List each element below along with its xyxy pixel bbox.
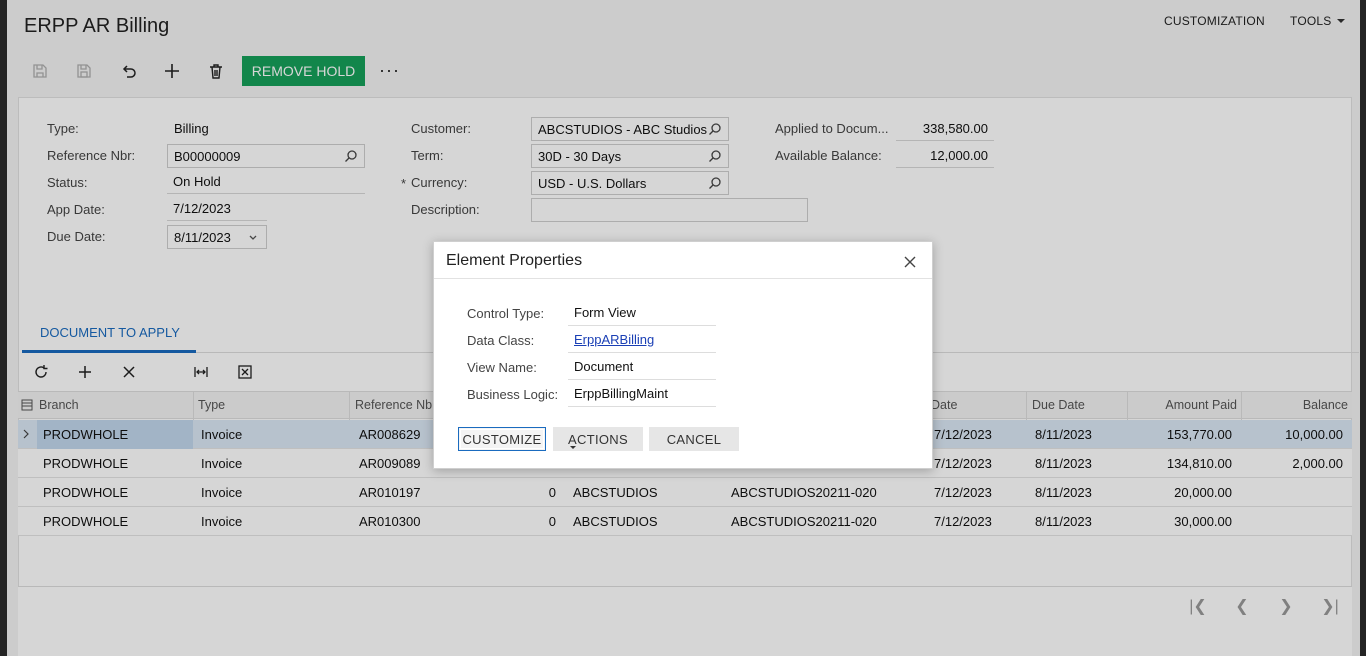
caret-down-icon <box>570 446 576 449</box>
control-type-value: Form View <box>568 301 716 326</box>
data-class-value: ErppARBilling <box>568 328 716 353</box>
close-icon[interactable] <box>902 254 918 270</box>
data-class-label: Data Class: <box>467 333 535 348</box>
dialog-divider <box>434 278 932 279</box>
data-class-link[interactable]: ErppARBilling <box>574 332 654 347</box>
dialog-title: Element Properties <box>446 252 583 269</box>
element-properties-dialog: Element Properties Control Type: Form Vi… <box>433 241 933 469</box>
view-name-label: View Name: <box>467 360 537 375</box>
customize-button[interactable]: CUSTOMIZE <box>458 427 546 451</box>
actions-button[interactable]: ACTIONS <box>553 427 643 451</box>
business-logic-label: Business Logic: <box>467 387 559 402</box>
business-logic-value: ErppBillingMaint <box>568 382 716 407</box>
actions-button-label: ACTIONS <box>568 431 628 447</box>
control-type-label: Control Type: <box>467 306 545 321</box>
view-name-value: Document <box>568 355 716 380</box>
cancel-button[interactable]: CANCEL <box>649 427 739 451</box>
